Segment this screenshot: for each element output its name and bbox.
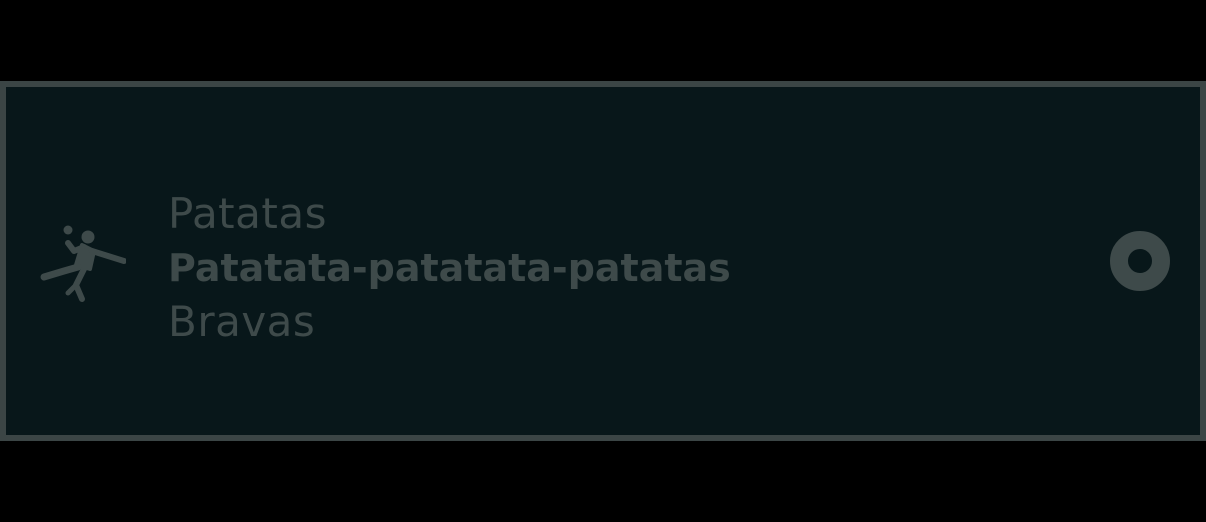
handball-player-icon xyxy=(36,219,126,309)
radio-selected-icon xyxy=(1110,231,1170,291)
supporting-text: Bravas xyxy=(168,297,316,346)
radio-button[interactable] xyxy=(1110,231,1170,291)
list-item[interactable]: Patatas Patatata-patatata-patatas Bravas xyxy=(0,81,1206,441)
headline-text: Patatata-patatata-patatas xyxy=(168,246,731,290)
overline-text: Patatas xyxy=(168,189,327,238)
list-item-text: Patatas Patatata-patatata-patatas Bravas xyxy=(168,187,731,349)
